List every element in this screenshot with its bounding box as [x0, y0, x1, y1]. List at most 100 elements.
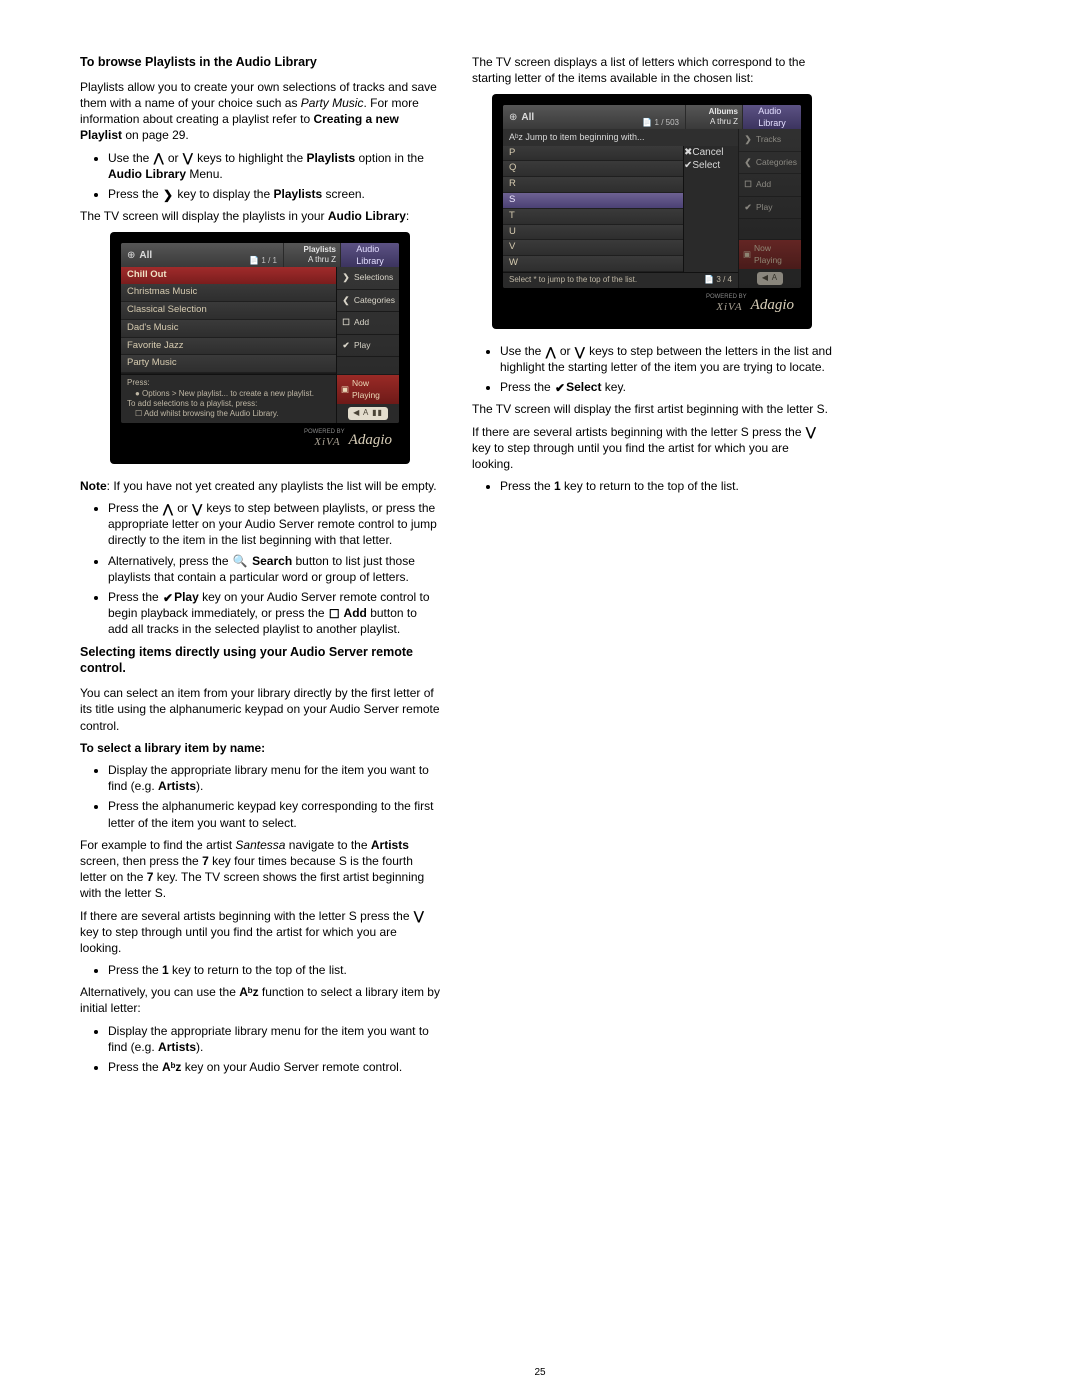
- left-column: To browse Playlists in the Audio Library…: [80, 48, 440, 1081]
- globe-icon: ⊕: [127, 249, 135, 263]
- tv-screenshot-playlists: ⊕ All 📄 1 / 1 Playlists A thru Z Audio L…: [110, 232, 410, 463]
- check-icon: ✔: [341, 340, 351, 351]
- paragraph: Alternatively, you can use the Aᵇz funct…: [80, 984, 440, 1016]
- bullet: Alternatively, press the 🔍 Search button…: [108, 553, 440, 585]
- tv-bottom-hint: Select * to jump to the top of the list.…: [503, 272, 738, 288]
- atoz-icon: Aᵇz: [162, 1060, 181, 1074]
- tv-side-transport: ◀ A: [739, 269, 801, 288]
- bullet-list: Press the ⋀ or ⋁ keys to step between pl…: [80, 500, 440, 638]
- bullet-list: Use the ⋀ or ⋁ keys to step between the …: [472, 343, 832, 396]
- tv-letter-row: U: [503, 225, 683, 241]
- tv-page-indicator: 📄 1 / 503: [642, 118, 679, 129]
- bullet-list: Press the 1 key to return to the top of …: [80, 962, 440, 978]
- bullet: Press the ✔Play key on your Audio Server…: [108, 589, 440, 638]
- bullet-list: Use the ⋀ or ⋁ keys to highlight the Pla…: [80, 150, 440, 203]
- tv-side-categories: ❮Categories: [739, 152, 801, 174]
- right-icon: ❯: [341, 272, 351, 283]
- tv-side-selections: ❯Selections: [337, 267, 399, 289]
- tv-list-row: Christmas Music: [121, 284, 336, 302]
- tv-playlists-label: Playlists: [304, 245, 336, 256]
- tv-list-row: Dad's Music: [121, 320, 336, 338]
- mark-icon: ☐: [328, 608, 341, 620]
- heading-selecting-items: Selecting items directly using your Audi…: [80, 644, 440, 678]
- bullet: Press the ✔Select key.: [500, 379, 832, 395]
- bullet-list: Display the appropriate library menu for…: [80, 1023, 440, 1076]
- bullet-list: Display the appropriate library menu for…: [80, 762, 440, 831]
- bullet: Press the ❯ key to display the Playlists…: [108, 186, 440, 202]
- bullet: Press the ⋀ or ⋁ keys to step between pl…: [108, 500, 440, 549]
- tv-side-tracks: ❯Tracks: [739, 129, 801, 151]
- bullet: Use the ⋀ or ⋁ keys to highlight the Pla…: [108, 150, 440, 182]
- mark-icon: ☐: [341, 317, 351, 328]
- down-icon: ⋁: [182, 152, 194, 164]
- tv-audio-library-badge: Audio Library: [340, 243, 399, 267]
- up-icon: ⋀: [153, 152, 165, 164]
- paragraph: The TV screen displays a list of letters…: [472, 54, 832, 86]
- paragraph: The TV screen will display the playlists…: [80, 208, 440, 224]
- bullet: Press the 1 key to return to the top of …: [500, 478, 832, 494]
- tv-title-all: All: [139, 249, 152, 263]
- xiva-logo: XiVA: [314, 435, 340, 450]
- tv-press-hint: Press: ● Options > New playlist... to cr…: [121, 374, 336, 423]
- paragraph: If there are several artists beginning w…: [80, 908, 440, 957]
- bullet: Press the alphanumeric keypad key corres…: [108, 798, 440, 830]
- tv-title-all: All: [521, 111, 534, 125]
- bullet: Press the 1 key to return to the top of …: [108, 962, 440, 978]
- tv-letter-row: V: [503, 240, 683, 256]
- tv-albums-label: Albums: [709, 107, 738, 118]
- tv-list-row: Party Music: [121, 355, 336, 373]
- tv-letter-row-selected: S: [503, 193, 683, 209]
- globe-icon: ⊕: [509, 111, 517, 125]
- tv-letter-row: R: [503, 177, 683, 193]
- tv-screenshot-jump: ⊕ All 📄 1 / 503 Albums A thru Z Audio Li…: [492, 94, 812, 328]
- tv-side-buttons: ❯Selections ❮Categories ☐Add ✔Play ▣Now …: [336, 267, 399, 422]
- tv-select-button: ✔Select: [684, 159, 738, 173]
- tv-side-add: ☐Add: [739, 174, 801, 196]
- bullet: Display the appropriate library menu for…: [108, 762, 440, 794]
- check-icon: ✔: [162, 592, 174, 604]
- tv-side-now-playing: ▣Now Playing: [337, 375, 399, 404]
- tv-letter-row: Q: [503, 161, 683, 177]
- check-icon: ✔: [554, 382, 566, 394]
- down-icon: ⋁: [191, 503, 203, 515]
- right-icon: ❯: [162, 189, 174, 201]
- xiva-logo: XiVA: [716, 300, 742, 315]
- tv-audio-library-badge: Audio Library: [742, 105, 801, 129]
- tv-list-row: Favorite Jazz: [121, 338, 336, 356]
- paragraph: If there are several artists beginning w…: [472, 424, 832, 473]
- paragraph: The TV screen will display the first art…: [472, 401, 832, 417]
- bullet: Use the ⋀ or ⋁ keys to step between the …: [500, 343, 832, 375]
- bullet: Display the appropriate library menu for…: [108, 1023, 440, 1055]
- paragraph-note: Note: If you have not yet created any pl…: [80, 478, 440, 494]
- tv-jump-header: Aᵇz Jump to item beginning with...: [503, 129, 738, 145]
- tv-letter-row: P: [503, 146, 683, 162]
- tv-letter-row: T: [503, 209, 683, 225]
- paragraph: You can select an item from your library…: [80, 685, 440, 734]
- tv-playlist-list: Chill Out Christmas Music Classical Sele…: [121, 267, 336, 422]
- tv-sort-label: A thru Z: [710, 117, 738, 128]
- paragraph: For example to find the artist Santessa …: [80, 837, 440, 902]
- down-icon: ⋁: [413, 910, 425, 922]
- down-icon: ⋁: [574, 346, 586, 358]
- heading-browse-playlists: To browse Playlists in the Audio Library: [80, 54, 440, 71]
- tv-side-play: ✔Play: [739, 197, 801, 219]
- tv-side-play: ✔Play: [337, 335, 399, 357]
- tv-list-selected: Chill Out: [121, 267, 336, 284]
- tv-cancel-button: ✖Cancel: [684, 146, 738, 160]
- left-icon: ❮: [341, 295, 351, 306]
- down-icon: ⋁: [805, 426, 817, 438]
- bullet: Press the Aᵇz key on your Audio Server r…: [108, 1059, 440, 1075]
- tv-page-indicator: 📄 1 / 1: [249, 256, 277, 267]
- paragraph: Playlists allow you to create your own s…: [80, 79, 440, 144]
- adagio-logo: Adagio: [751, 295, 796, 315]
- atoz-icon: Aᵇz: [239, 985, 258, 999]
- tv-side-categories: ❮Categories: [337, 290, 399, 312]
- right-column: The TV screen displays a list of letters…: [472, 48, 832, 1081]
- up-icon: ⋀: [162, 503, 174, 515]
- tv-side-buttons: ❯Tracks ❮Categories ☐Add ✔Play ▣Now Play…: [738, 129, 801, 287]
- subheading: To select a library item by name:: [80, 740, 440, 756]
- tv-letter-row: W: [503, 256, 683, 272]
- up-icon: ⋀: [545, 346, 557, 358]
- tv-list-row: Classical Selection: [121, 302, 336, 320]
- tv-side-add: ☐Add: [337, 312, 399, 334]
